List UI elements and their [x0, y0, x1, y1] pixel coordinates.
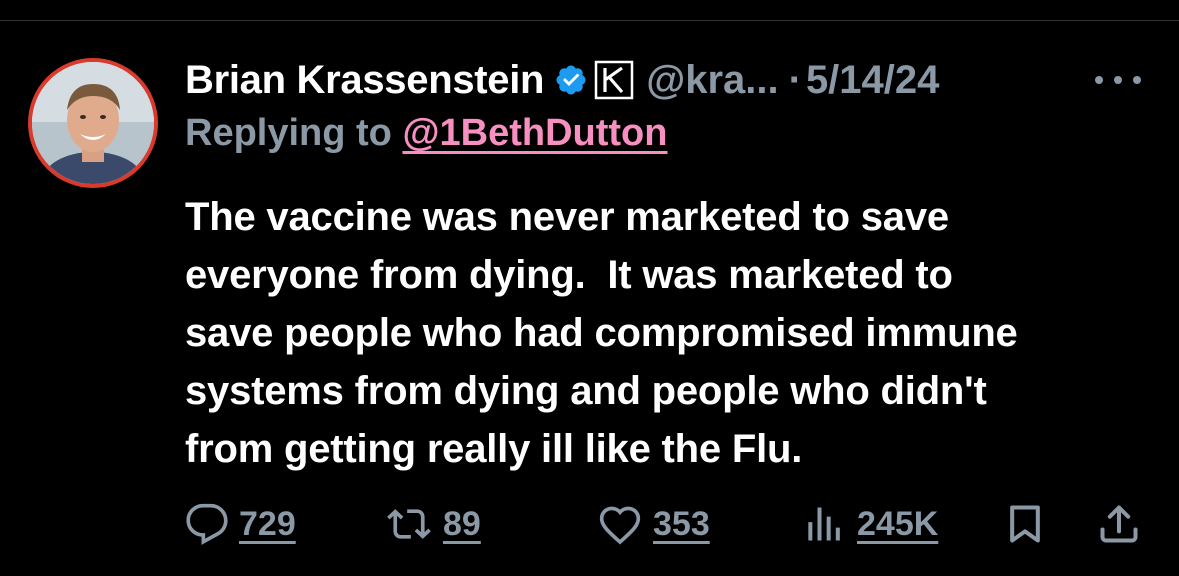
replying-to-mention[interactable]: @1BethDutton: [402, 112, 667, 154]
tweet-date[interactable]: 5/14/24: [806, 58, 939, 103]
bookmark-icon: [1003, 502, 1047, 546]
like-icon: [597, 502, 643, 546]
header-separator: ·: [788, 57, 802, 102]
tweet-header: Brian Krassenstein @kra... · 5/14/24: [185, 52, 939, 108]
like-count: 353: [653, 504, 710, 543]
like-button[interactable]: 353: [597, 500, 710, 548]
top-divider: [0, 20, 1179, 21]
more-dot: [1095, 76, 1103, 84]
avatar[interactable]: [28, 58, 158, 188]
repost-button[interactable]: 89: [385, 500, 481, 548]
share-button[interactable]: [1097, 500, 1141, 548]
verified-badge-icon[interactable]: [554, 63, 588, 97]
reply-icon: [185, 502, 229, 546]
affiliate-k-icon[interactable]: [594, 60, 634, 100]
views-button[interactable]: 245K: [803, 500, 938, 548]
reply-count: 729: [239, 504, 296, 543]
replying-to-line: Replying to @1BethDutton: [185, 112, 667, 155]
bookmark-button[interactable]: [1003, 500, 1047, 548]
action-bar: 729 89 353 245K: [185, 500, 1145, 548]
replying-prefix: Replying to: [185, 112, 403, 154]
tweet-text: The vaccine was never marketed to save e…: [185, 195, 1018, 471]
more-icon[interactable]: [1095, 60, 1141, 100]
share-icon: [1097, 502, 1141, 546]
more-dot: [1133, 76, 1141, 84]
avatar-photo: [32, 62, 154, 184]
views-icon: [803, 502, 847, 546]
more-dot: [1114, 76, 1122, 84]
views-count: 245K: [857, 504, 939, 543]
author-handle[interactable]: @kra...: [646, 58, 778, 103]
author-display-name[interactable]: Brian Krassenstein: [185, 58, 545, 103]
repost-icon: [385, 502, 433, 546]
reply-button[interactable]: 729: [185, 500, 296, 548]
repost-count: 89: [443, 504, 481, 543]
